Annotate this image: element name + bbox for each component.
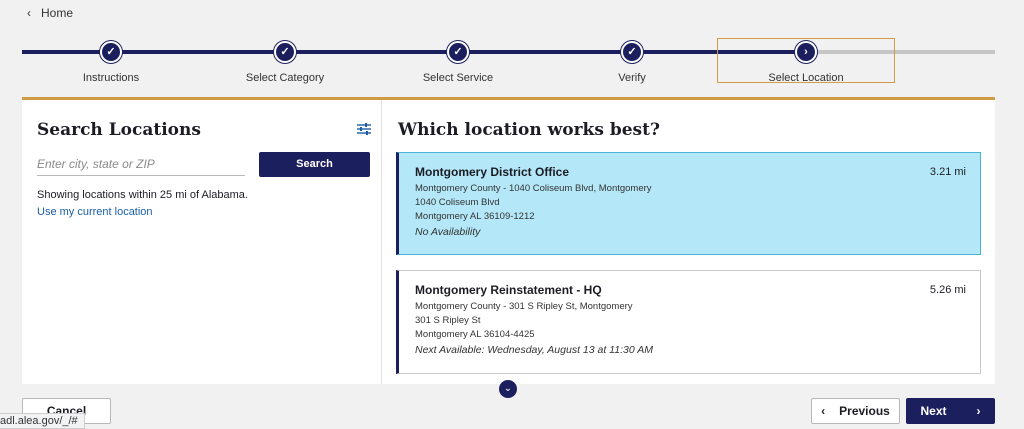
location-card-selected[interactable]: Montgomery District Office 3.21 mi Montg… xyxy=(396,152,981,255)
location-distance: 5.26 mi xyxy=(929,284,966,296)
location-name: Montgomery District Office xyxy=(415,165,570,179)
check-icon: ✓ xyxy=(274,41,296,63)
next-button-label: Next xyxy=(920,404,947,418)
step-label: Select Category xyxy=(245,72,325,84)
check-icon: ✓ xyxy=(100,41,122,63)
step-label: Instructions xyxy=(82,72,140,84)
location-street: 1040 Coliseum Blvd xyxy=(415,197,500,208)
check-icon: ✓ xyxy=(447,41,469,63)
search-title: Search Locations xyxy=(37,120,201,140)
check-icon: ✓ xyxy=(621,41,643,63)
location-street: 301 S Ripley St xyxy=(415,315,481,326)
chevron-right-icon: › xyxy=(976,404,981,418)
previous-button-label: Previous xyxy=(839,404,890,418)
chevron-right-icon: › xyxy=(795,41,817,63)
step-label: Select Service xyxy=(422,72,494,84)
chevron-left-icon: ‹ xyxy=(27,6,31,20)
location-county-line: Montgomery County - 1040 Coliseum Blvd, … xyxy=(415,183,652,194)
location-county-line: Montgomery County - 301 S Ripley St, Mon… xyxy=(415,301,633,312)
location-city-line: Montgomery AL 36109-1212 xyxy=(415,211,535,222)
step-instructions: ✓ Instructions xyxy=(41,41,181,84)
step-verify: ✓ Verify xyxy=(562,41,702,84)
location-panel: Search Locations Search Showing location… xyxy=(22,97,995,384)
chevron-left-icon: ‹ xyxy=(821,404,826,418)
location-search-input[interactable] xyxy=(37,152,245,176)
step-select-location: › Select Location xyxy=(736,41,876,84)
step-label: Verify xyxy=(618,72,646,84)
step-label: Select Location xyxy=(768,72,844,84)
location-city-line: Montgomery AL 36104-4425 xyxy=(415,329,535,340)
home-link-label: Home xyxy=(41,6,74,20)
next-button[interactable]: Next › xyxy=(906,398,995,424)
location-availability: Next Available: Wednesday, August 13 at … xyxy=(415,344,653,356)
location-card[interactable]: Montgomery Reinstatement - HQ 5.26 mi Mo… xyxy=(396,270,981,374)
step-select-category: ✓ Select Category xyxy=(215,41,355,84)
home-link[interactable]: ‹ Home xyxy=(27,6,73,20)
location-availability: No Availability xyxy=(415,226,481,238)
scroll-down-icon[interactable]: ⌄ xyxy=(499,380,517,398)
search-button[interactable]: Search xyxy=(259,152,370,177)
location-name: Montgomery Reinstatement - HQ xyxy=(415,283,602,297)
previous-button[interactable]: ‹ Previous xyxy=(811,398,900,424)
location-distance: 3.21 mi xyxy=(929,166,966,178)
search-column: Search Locations Search Showing location… xyxy=(22,100,382,384)
sliders-icon[interactable] xyxy=(356,122,372,136)
search-radius-text: Showing locations within 25 mi of Alabam… xyxy=(37,189,248,201)
status-bar-url: adl.alea.gov/_/# xyxy=(0,413,85,429)
step-select-service: ✓ Select Service xyxy=(388,41,528,84)
results-title: Which location works best? xyxy=(398,120,660,140)
progress-stepper: ✓ Instructions ✓ Select Category ✓ Selec… xyxy=(22,38,995,88)
use-current-location-link[interactable]: Use my current location xyxy=(37,206,153,218)
